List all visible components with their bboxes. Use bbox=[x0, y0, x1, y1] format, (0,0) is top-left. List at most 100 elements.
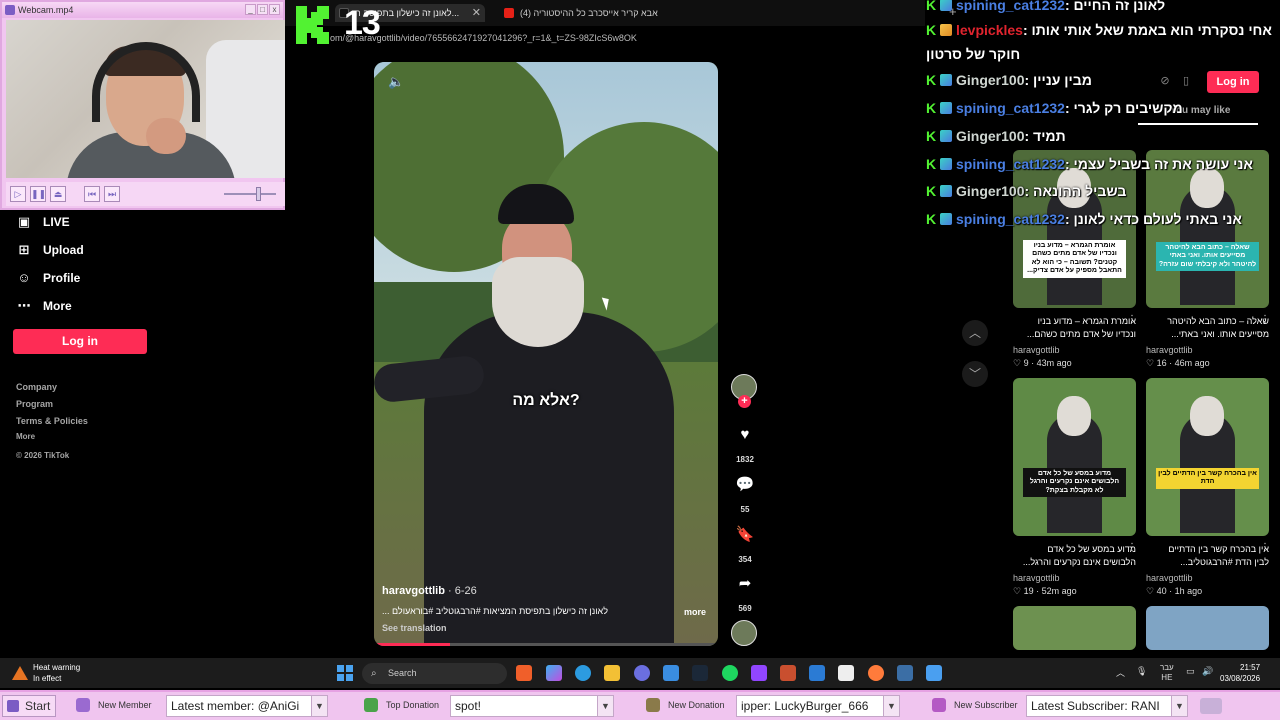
edge-icon[interactable] bbox=[575, 665, 591, 681]
pause-icon[interactable]: ❚❚ bbox=[30, 186, 46, 202]
webcam-window[interactable]: Webcam.mp4 _ □ x ▷ ❚❚ ⏏ ⏮ ⏭ bbox=[0, 0, 285, 210]
thumb-author[interactable]: haravgottlib bbox=[1146, 345, 1193, 355]
dropdown-arrow-icon[interactable]: ▼ bbox=[883, 696, 899, 716]
thumb-author[interactable]: haravgottlib bbox=[1146, 573, 1193, 583]
app-icon[interactable] bbox=[780, 665, 796, 681]
footer-program-link[interactable]: Program bbox=[16, 399, 53, 409]
maximize-button[interactable]: □ bbox=[257, 4, 268, 15]
thumbnail-video-6[interactable] bbox=[1146, 606, 1269, 650]
address-bar[interactable]: om/@haravgottlib/video/76556624719270412… bbox=[285, 28, 925, 48]
music-disc-icon[interactable] bbox=[731, 620, 757, 646]
thumbnail-video-1[interactable]: אומרת הגמרא – מדוע בניו ונכדיו של אדם מת… bbox=[1013, 150, 1136, 308]
tab-close-icon[interactable]: ✕ bbox=[472, 4, 481, 22]
chat-username[interactable]: spining_cat1232 bbox=[956, 211, 1065, 227]
thumb-caption[interactable]: שאלה – כתוב הבא להיטהר bbox=[1146, 316, 1269, 328]
new-member-field[interactable]: Latest member: @AniGi ▼ bbox=[166, 695, 328, 717]
steam-icon[interactable] bbox=[692, 665, 708, 681]
tray-chevron-icon[interactable]: ︿ bbox=[1116, 666, 1125, 679]
dropdown-arrow-icon[interactable]: ▼ bbox=[597, 696, 613, 716]
thumb-caption[interactable]: לבין הדת #הרבגוטליב... bbox=[1146, 557, 1269, 569]
store-icon[interactable] bbox=[663, 665, 679, 681]
follow-plus-icon[interactable]: + bbox=[738, 395, 751, 408]
chat-username[interactable]: Ginger100 bbox=[956, 128, 1024, 144]
chat-username[interactable]: spining_cat1232 bbox=[956, 156, 1065, 172]
video-author[interactable]: haravgottlib · 6-26 bbox=[382, 585, 477, 597]
speaker-icon[interactable]: 🔊 bbox=[1202, 666, 1213, 677]
play-icon[interactable]: ▷ bbox=[10, 186, 26, 202]
see-translation-link[interactable]: See translation bbox=[382, 623, 447, 633]
thumbnail-video-5[interactable] bbox=[1013, 606, 1136, 650]
login-button-right[interactable]: Log in bbox=[1207, 71, 1259, 93]
spotify-icon[interactable] bbox=[722, 665, 738, 681]
thumb-caption[interactable]: אין בהכרח קשר בין הדתיים bbox=[1146, 544, 1269, 556]
tray-app-icon[interactable] bbox=[1200, 698, 1222, 714]
browser-tab-youtube[interactable]: (4) אבא קריר אייסכרב כל ההיסטוריה bbox=[500, 4, 660, 22]
video-player[interactable]: 🔈 אלא מה? haravgottlib · 6-26 לאונן זה כ… bbox=[374, 62, 718, 646]
microphone-icon[interactable]: 🎙 bbox=[1136, 666, 1147, 677]
app-icon[interactable] bbox=[868, 665, 884, 681]
input-language[interactable]: עבר HE bbox=[1160, 663, 1174, 683]
video-progress-bar[interactable] bbox=[374, 643, 718, 646]
chevron-down-icon[interactable]: ﹀ bbox=[962, 361, 988, 387]
windows-start-icon[interactable] bbox=[337, 665, 353, 681]
copilot-icon[interactable] bbox=[546, 665, 562, 681]
steam-icon[interactable] bbox=[897, 665, 913, 681]
share-arrow-icon[interactable]: ➦ bbox=[733, 572, 757, 596]
footer-company-link[interactable]: Company bbox=[16, 382, 57, 392]
thumbnail-video-2[interactable]: שאלה – כתוב הבא להיטהר מסייעים אותו. ואנ… bbox=[1146, 150, 1269, 308]
more-options-icon[interactable]: ⋮ bbox=[1127, 542, 1137, 553]
weather-widget[interactable]: Heat warning In effect bbox=[12, 662, 80, 684]
comment-icon[interactable]: 💬 bbox=[733, 473, 757, 497]
nav-profile[interactable]: ☺ Profile bbox=[16, 268, 80, 288]
next-icon[interactable]: ⏭ bbox=[104, 186, 120, 202]
thumb-caption[interactable]: מדוע במסע של כל אדם bbox=[1013, 544, 1136, 556]
brave-browser-icon[interactable] bbox=[516, 665, 532, 681]
more-link[interactable]: more bbox=[684, 607, 706, 617]
chat-username[interactable]: levpickles bbox=[956, 22, 1023, 38]
minimize-button[interactable]: _ bbox=[245, 4, 256, 15]
dropdown-arrow-icon[interactable]: ▼ bbox=[311, 696, 327, 716]
discord-icon[interactable] bbox=[634, 665, 650, 681]
previous-icon[interactable]: ⏮ bbox=[84, 186, 100, 202]
thumb-author[interactable]: haravgottlib bbox=[1013, 345, 1060, 355]
thumb-author[interactable]: haravgottlib bbox=[1013, 573, 1060, 583]
author-name[interactable]: haravgottlib bbox=[382, 585, 445, 597]
app-icon[interactable] bbox=[926, 665, 942, 681]
chat-username[interactable]: Ginger100 bbox=[956, 183, 1024, 199]
network-icon[interactable]: ▭ bbox=[1186, 666, 1195, 677]
taskbar-clock[interactable]: 21:57 03/08/2026 bbox=[1220, 662, 1260, 684]
footer-terms-link[interactable]: Terms & Policies bbox=[16, 416, 88, 426]
chat-username[interactable]: Ginger100 bbox=[956, 72, 1024, 88]
nav-upload[interactable]: ⊞ Upload bbox=[16, 240, 84, 260]
phone-icon[interactable]: ▯ bbox=[1178, 74, 1194, 90]
close-button[interactable]: x bbox=[269, 4, 280, 15]
footer-more-link[interactable]: More bbox=[16, 432, 35, 441]
twitch-icon[interactable] bbox=[751, 665, 767, 681]
thumb-caption[interactable]: אומרת הגמרא – מדוע בניו bbox=[1013, 316, 1136, 328]
chat-username[interactable]: spining_cat1232 bbox=[956, 100, 1065, 116]
start-button[interactable]: Start bbox=[2, 695, 56, 717]
nav-live[interactable]: ▣ LIVE bbox=[16, 212, 70, 232]
more-options-icon[interactable]: ⋮ bbox=[1260, 314, 1270, 325]
top-donation-field[interactable]: spot! ▼ bbox=[450, 695, 614, 717]
nav-more[interactable]: ⋯ More bbox=[16, 296, 72, 316]
webcam-title-bar[interactable]: Webcam.mp4 _ □ x bbox=[2, 2, 283, 18]
volume-icon[interactable]: 🔈 bbox=[388, 74, 404, 90]
new-subscriber-field[interactable]: Latest Subscriber: RANI ▼ bbox=[1026, 695, 1188, 717]
login-button[interactable]: Log in bbox=[13, 329, 147, 354]
file-explorer-icon[interactable] bbox=[604, 665, 620, 681]
volume-slider-knob[interactable] bbox=[256, 187, 261, 201]
thumbnail-video-3[interactable]: מדוע במסע של כל אדם הלבושים אינם נקרעים … bbox=[1013, 378, 1136, 536]
vscode-icon[interactable] bbox=[809, 665, 825, 681]
thumb-caption[interactable]: הלבושים אינם נקרעים והרגל... bbox=[1013, 557, 1136, 569]
compass-icon[interactable]: ⊘ bbox=[1157, 74, 1173, 90]
like-heart-icon[interactable]: ♥ bbox=[733, 423, 757, 447]
chat-username[interactable]: spining_cat1232 bbox=[956, 0, 1065, 13]
chevron-up-icon[interactable]: ︿ bbox=[962, 320, 988, 346]
more-options-icon[interactable]: ⋮ bbox=[1127, 314, 1137, 325]
eject-icon[interactable]: ⏏ bbox=[50, 186, 66, 202]
notepad-icon[interactable] bbox=[838, 665, 854, 681]
thumb-caption[interactable]: מסייעים אותו. ואני באתי... bbox=[1146, 329, 1269, 341]
thumbnail-video-4[interactable]: אין בהכרח קשר בין הדתיים לבין הדת bbox=[1146, 378, 1269, 536]
volume-slider[interactable] bbox=[224, 193, 276, 195]
